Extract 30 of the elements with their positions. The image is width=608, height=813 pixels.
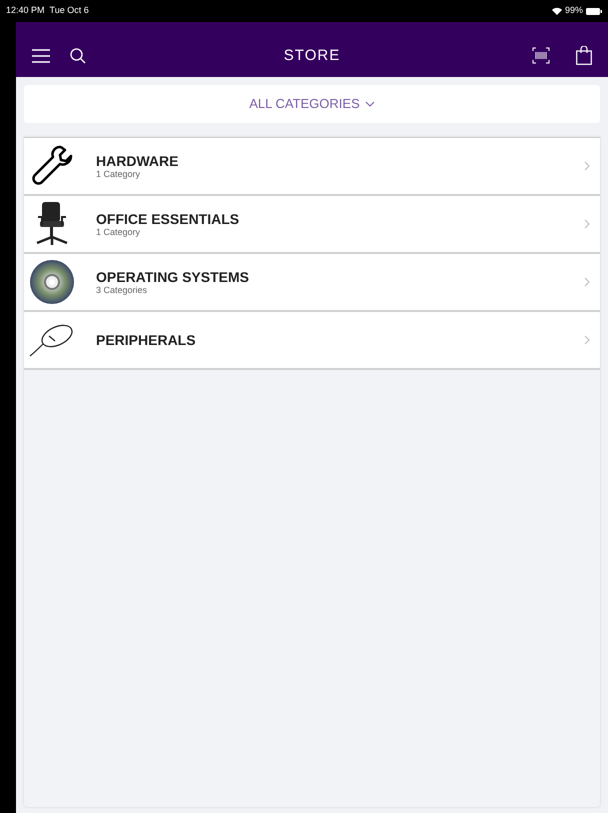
chevron-right-icon [584, 277, 590, 287]
shopping-bag-icon[interactable] [576, 46, 592, 66]
battery-percent: 99% [564, 4, 583, 18]
category-title: OPERATING SYSTEMS [96, 269, 250, 285]
status-time: 12:40 PM [6, 4, 45, 18]
computer-mouse-icon [29, 322, 75, 358]
chevron-down-icon [364, 101, 375, 107]
category-row[interactable]: HARDWARE 1 Category [24, 138, 600, 196]
chevron-right-icon [584, 219, 590, 229]
chevron-right-icon [584, 161, 590, 171]
menu-icon[interactable] [32, 48, 50, 63]
category-filter-dropdown[interactable]: ALL CATEGORIES [24, 85, 600, 123]
status-date: Tue Oct 6 [50, 4, 89, 18]
category-row[interactable]: OPERATING SYSTEMS 3 Categories [24, 254, 600, 312]
category-count: 3 Categories [96, 285, 148, 295]
battery-icon [586, 8, 602, 14]
category-count: 1 Category [96, 227, 142, 237]
chevron-right-icon [584, 335, 590, 345]
office-chair-icon [34, 201, 70, 247]
search-icon[interactable] [70, 48, 86, 64]
category-title: OFFICE ESSENTIALS [96, 211, 240, 227]
wifi-icon [552, 7, 562, 15]
category-title: HARDWARE [96, 153, 180, 169]
disc-icon [29, 259, 75, 305]
category-title: PERIPHERALS [96, 332, 197, 348]
category-count: 1 Category [96, 169, 142, 179]
category-row[interactable]: PERIPHERALS [24, 312, 600, 370]
header-title: STORE [282, 46, 342, 66]
barcode-scan-icon[interactable] [532, 47, 550, 64]
category-row[interactable]: OFFICE ESSENTIALS 1 Category [24, 196, 600, 254]
